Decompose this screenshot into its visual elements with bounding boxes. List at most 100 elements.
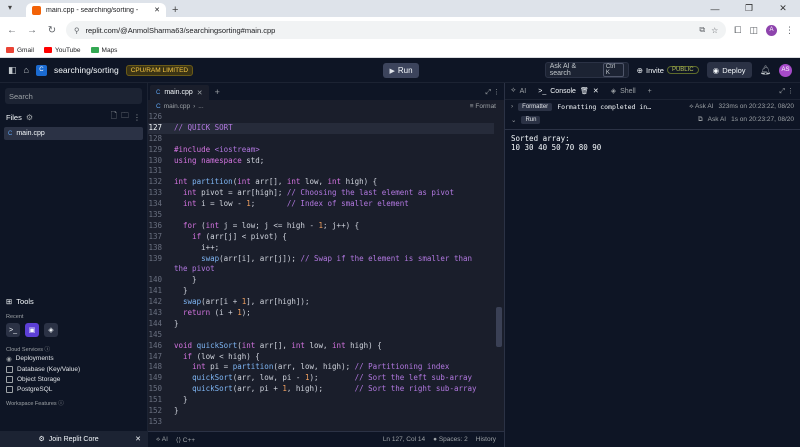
bookmark-maps[interactable]: Maps <box>90 47 117 54</box>
console-entry-formatter[interactable]: › Formatter Formatting completed in… ⟡ A… <box>505 100 800 113</box>
cpp-file-icon: C <box>156 102 161 110</box>
collapse-chevron-icon[interactable]: ⌄ <box>511 116 516 124</box>
browser-tab[interactable]: main.cpp - searching/sorting - ✕ <box>26 3 166 17</box>
recent-tools: >_ ▣ ◈ <box>0 320 147 340</box>
bookmark-star-icon[interactable]: ☆ <box>711 26 718 35</box>
tab-shell[interactable]: ◈ Shell <box>610 87 636 96</box>
new-tab-icon[interactable]: + <box>215 87 220 97</box>
user-avatar[interactable]: AS <box>779 63 792 77</box>
console-pane: ⟡ AI >_ Console 🗑︎ ✕ ◈ Shell + ⤢ ⋮ › For… <box>505 83 800 447</box>
open-icon[interactable]: ⧉ <box>698 116 703 124</box>
ask-ai-link[interactable]: ⟡ Ask AI <box>689 103 713 111</box>
forward-icon[interactable]: → <box>26 25 38 36</box>
scrollbar-thumb[interactable] <box>496 307 502 347</box>
file-item-main-cpp[interactable]: C main.cpp <box>4 127 143 140</box>
sidebar-search-input[interactable]: Search <box>5 88 142 104</box>
replit-header: ◧ ⌂ C searching/sorting CPU/RAM LIMITED … <box>0 58 800 83</box>
browser-tabstrip: ▾ main.cpp - searching/sorting - ✕ + — ❐… <box>0 0 800 17</box>
tools-header[interactable]: ⊞ Tools <box>0 293 147 309</box>
ask-ai-link[interactable]: Ask AI <box>708 116 726 123</box>
deploy-button[interactable]: ◉ Deploy <box>706 62 752 78</box>
cursor-position[interactable]: Ln 127, Col 14 <box>383 436 425 443</box>
invite-button[interactable]: ⊕ Invite PUBLIC <box>637 66 699 75</box>
language-status[interactable]: ⟨⟩ C++ <box>176 436 195 444</box>
reload-icon[interactable]: ↻ <box>46 25 58 36</box>
service-object-storage[interactable]: Object Storage <box>0 374 147 384</box>
install-app-icon[interactable]: ⧉ <box>699 25 705 35</box>
add-user-icon: ⊕ <box>636 65 644 75</box>
service-deployments[interactable]: ◉ Deployments <box>0 353 147 364</box>
sidepanel-icon[interactable]: ◫ <box>749 25 758 36</box>
close-tab-icon[interactable]: ✕ <box>197 89 203 97</box>
expand-chevron-icon[interactable]: › <box>511 103 513 110</box>
shell-tool-icon[interactable]: >_ <box>6 323 20 337</box>
info-icon[interactable]: ⓘ <box>45 347 51 353</box>
window-controls: — ❐ ✕ <box>698 0 800 17</box>
bookmark-gmail[interactable]: Gmail <box>6 47 34 54</box>
database-icon <box>6 365 13 373</box>
join-core-banner[interactable]: ⚙ Join Replit Core ✕ <box>0 431 147 447</box>
bookmark-youtube[interactable]: YouTube <box>43 47 81 54</box>
back-icon[interactable]: ← <box>6 25 18 36</box>
ai-status[interactable]: ⟡ AI <box>156 436 168 444</box>
close-window-icon[interactable]: ✕ <box>766 0 800 17</box>
home-icon[interactable]: ⌂ <box>24 65 29 75</box>
cpu-ram-badge[interactable]: CPU/RAM LIMITED <box>125 64 194 76</box>
browser-menu-icon[interactable]: ⋮ <box>785 25 794 36</box>
new-tab-icon[interactable]: + <box>172 4 178 16</box>
close-tab-icon[interactable]: ✕ <box>154 6 160 14</box>
editor-pane-controls[interactable]: ⤢ ⋮ <box>485 88 500 97</box>
code-area[interactable]: 126 127// QUICK SORT 128 129 #include <io… <box>148 112 494 431</box>
info-icon[interactable]: ⓘ <box>58 401 64 407</box>
workspace: Search Files ⚙ 🗋︎ 🗀︎ ⋮ C main.cpp ⊞ Tool… <box>0 83 800 447</box>
indent-status[interactable]: ● Spaces: 2 <box>433 436 468 443</box>
formatter-pill: Formatter <box>518 102 553 111</box>
shell-icon: ◈ <box>610 88 617 95</box>
console-pane-controls[interactable]: ⤢ ⋮ <box>779 87 794 96</box>
close-tab-icon[interactable]: ✕ <box>593 87 599 95</box>
console-tool-icon[interactable]: ▣ <box>25 323 39 337</box>
tab-list-icon[interactable]: ▾ <box>8 3 12 12</box>
files-section-header[interactable]: Files ⚙ 🗋︎ 🗀︎ ⋮ <box>0 109 147 125</box>
postgres-icon <box>6 385 13 393</box>
notifications-bell-icon[interactable]: 🔔︎ <box>760 65 771 76</box>
history-button[interactable]: History <box>476 436 496 443</box>
format-button[interactable]: ≡ Format <box>470 103 496 110</box>
shortcut-hint: Ctrl K <box>602 63 624 77</box>
console-output-line: 10 30 40 50 70 80 90 <box>511 143 602 152</box>
new-file-icon[interactable]: 🗋︎ <box>111 110 117 124</box>
tab-main-cpp[interactable]: C main.cpp ✕ <box>150 85 209 100</box>
console-entry-run[interactable]: ⌄ Run ⧉ Ask AI 1s on 20:23:27, 08/20 <box>505 113 800 126</box>
workspace-features-label: Workspace Features ⓘ <box>6 401 64 407</box>
tab-ai[interactable]: ⟡ AI <box>511 87 526 95</box>
browser-profile-avatar[interactable]: A <box>766 24 777 36</box>
ai-icon: ⟡ <box>511 87 516 94</box>
site-info-icon[interactable]: ⚲ <box>74 26 80 35</box>
maps-icon <box>90 47 99 53</box>
entry-meta: 1s on 20:23:27, 08/20 <box>731 116 794 123</box>
editor-tabs: C main.cpp ✕ + ⤢ ⋮ <box>148 83 504 100</box>
tab-console[interactable]: >_ Console 🗑︎ ✕ <box>538 87 599 96</box>
run-pill: Run <box>521 115 541 124</box>
new-folder-icon[interactable]: 🗀︎ <box>121 110 129 124</box>
new-tab-icon[interactable]: + <box>648 88 652 95</box>
files-settings-icon[interactable]: ⚙ <box>26 113 33 122</box>
run-button[interactable]: ▶ Run <box>383 63 419 78</box>
editor-scrollbar[interactable] <box>496 112 502 431</box>
minimize-icon[interactable]: — <box>698 0 732 17</box>
breadcrumb: C main.cpp › ... ≡ Format <box>156 102 496 110</box>
console-output-line: Sorted array: <box>511 134 570 143</box>
close-banner-icon[interactable]: ✕ <box>135 435 141 443</box>
repl-name[interactable]: searching/sorting <box>54 65 119 75</box>
toggle-sidebar-icon[interactable]: ◧ <box>8 65 17 76</box>
ai-tool-icon[interactable]: ◈ <box>44 323 58 337</box>
trash-icon[interactable]: 🗑︎ <box>580 87 589 95</box>
service-postgresql[interactable]: PostgreSQL <box>0 384 147 394</box>
omnibox[interactable]: ⚲ replit.com/@AnmolSharma63/searchingsor… <box>66 21 727 39</box>
extensions-icon[interactable]: ⧠ <box>734 25 741 36</box>
entry-meta: 323ms on 20:23:22, 08/20 <box>718 103 794 110</box>
more-icon[interactable]: ⋮ <box>133 113 141 122</box>
service-database[interactable]: Database (Key/Value) <box>0 364 147 374</box>
maximize-icon[interactable]: ❐ <box>732 0 766 17</box>
ask-ai-search[interactable]: Ask AI & search Ctrl K <box>544 62 629 78</box>
